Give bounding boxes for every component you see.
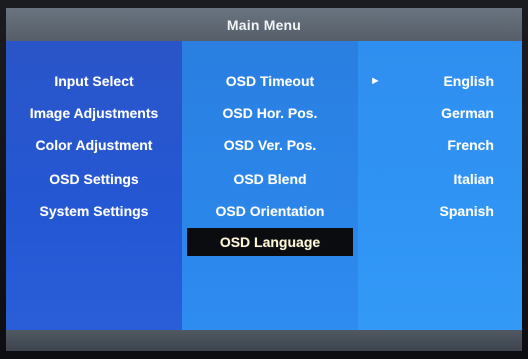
language-column: ► English German French Italian Spanish xyxy=(358,41,522,341)
menu-item-system-settings[interactable]: System Settings xyxy=(6,197,182,225)
menu-item-osd-hor-pos[interactable]: OSD Hor. Pos. xyxy=(182,99,358,127)
menu-footer-bar xyxy=(6,330,522,351)
menu-title: Main Menu xyxy=(6,8,522,41)
osd-main-menu: Main Menu Input Select Image Adjustments… xyxy=(6,8,522,351)
menu-item-osd-settings[interactable]: OSD Settings xyxy=(6,165,182,193)
osd-settings-column: OSD Timeout OSD Hor. Pos. OSD Ver. Pos. … xyxy=(182,41,358,341)
menu-item-osd-blend[interactable]: OSD Blend xyxy=(182,165,358,193)
menu-item-image-adjustments[interactable]: Image Adjustments xyxy=(6,99,182,127)
language-option-spanish[interactable]: Spanish xyxy=(358,197,522,225)
menu-item-color-adjustment[interactable]: Color Adjustment xyxy=(6,131,182,159)
menu-item-input-select[interactable]: Input Select xyxy=(6,67,182,95)
main-menu-column: Input Select Image Adjustments Color Adj… xyxy=(6,41,182,341)
language-option-english[interactable]: English xyxy=(358,67,522,95)
language-option-french[interactable]: French xyxy=(358,131,522,159)
menu-item-osd-orientation[interactable]: OSD Orientation xyxy=(182,197,358,225)
menu-item-osd-language[interactable]: OSD Language xyxy=(187,228,353,256)
language-option-german[interactable]: German xyxy=(358,99,522,127)
language-option-italian[interactable]: Italian xyxy=(358,165,522,193)
menu-item-osd-ver-pos[interactable]: OSD Ver. Pos. xyxy=(182,131,358,159)
menu-item-osd-timeout[interactable]: OSD Timeout xyxy=(182,67,358,95)
